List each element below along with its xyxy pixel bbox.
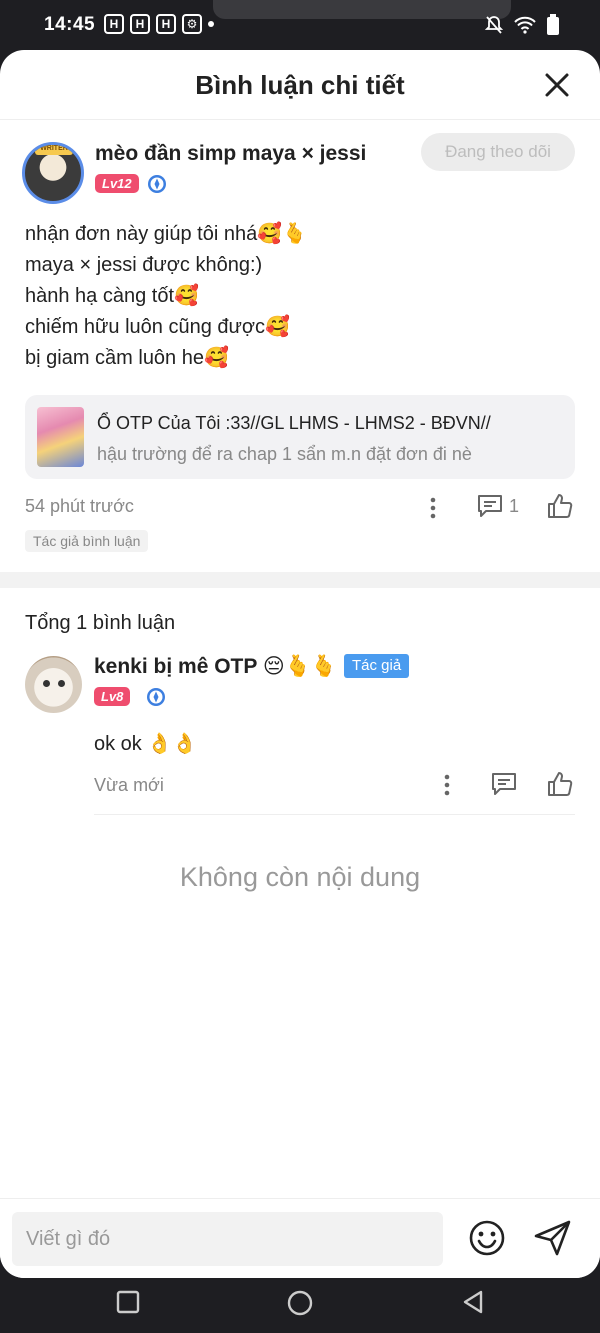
reply-count: 1: [509, 495, 520, 516]
following-button[interactable]: Đang theo dõi: [421, 133, 575, 171]
comments-total: Tổng 1 bình luận: [25, 612, 176, 634]
settings-notification-icon: ⚙: [182, 14, 202, 34]
main-comment: WRITER mèo đần simp maya × jessi Lv12 Đa…: [0, 120, 600, 572]
system-navigation-bar: [0, 1278, 600, 1333]
avatar-eye: [43, 680, 50, 687]
comment-line: bị giam cầm luôn he🥰: [25, 347, 229, 369]
app-notification-icon: H: [156, 14, 176, 34]
back-icon[interactable]: [461, 1290, 485, 1314]
reply-text: ok ok 👌👌: [94, 733, 198, 755]
app-notification-icon: H: [130, 14, 150, 34]
comment-username[interactable]: mèo đần simp maya × jessi: [95, 142, 366, 166]
avatar[interactable]: WRITER: [22, 142, 84, 204]
story-cover-image: [37, 407, 84, 467]
end-of-list-message: Không còn nội dung: [179, 862, 421, 892]
verified-icon: [148, 175, 166, 193]
comment-line: chiếm hữu luôn cũng được🥰: [25, 316, 290, 338]
comment-author-badge: Tác giả bình luận: [25, 530, 149, 552]
reply-username[interactable]: kenki bị mê OTP 😔🫰🫰: [94, 654, 337, 679]
author-tag: Tác giả: [344, 654, 410, 678]
wifi-icon: [514, 16, 536, 34]
page-title: Bình luận chi tiết: [195, 70, 405, 100]
reply-timestamp: Vừa mới: [94, 775, 164, 795]
more-notifications-dot: [208, 21, 214, 27]
story-card[interactable]: Ổ OTP Của Tôi :33//GL LHMS - LHMS2 - BĐV…: [25, 395, 575, 479]
close-icon[interactable]: [544, 72, 570, 98]
level-badge: Lv8: [94, 687, 131, 706]
reply-divider: [94, 814, 575, 815]
comment-icon: [478, 495, 502, 517]
home-icon[interactable]: [287, 1290, 313, 1316]
more-options-icon[interactable]: [428, 496, 438, 520]
comment-input-bar: [0, 1198, 600, 1278]
reply-avatar[interactable]: [25, 656, 82, 713]
comment-detail-sheet: Bình luận chi tiết WRITER mèo đần simp m…: [0, 50, 600, 1278]
battery-icon: [547, 14, 559, 35]
emoji-icon[interactable]: [468, 1219, 506, 1257]
like-icon[interactable]: [546, 492, 574, 520]
status-time: 14:45: [44, 14, 96, 35]
comment-input[interactable]: [12, 1212, 443, 1266]
level-badge: Lv12: [95, 174, 139, 193]
sheet-header: Bình luận chi tiết: [0, 50, 600, 120]
comment-icon[interactable]: [491, 771, 517, 797]
camera-notch: [213, 0, 511, 19]
recent-apps-icon[interactable]: [116, 1290, 140, 1314]
comment-line: maya × jessi được không:): [25, 254, 263, 276]
more-options-icon[interactable]: [442, 773, 452, 797]
send-icon[interactable]: [533, 1219, 573, 1257]
notification-icons: H H H ⚙: [104, 14, 214, 34]
status-bar: 14:45 H H H ⚙: [0, 0, 600, 52]
comment-text: nhận đơn này giúp tôi nhá🥰🫰 maya × jessi…: [25, 219, 307, 374]
like-icon[interactable]: [546, 770, 574, 798]
story-subtitle: hậu trường để ra chap 1 sẩn m.n đặt đơn …: [97, 444, 472, 464]
mute-bell-icon: [484, 16, 504, 34]
system-icons: [484, 14, 560, 36]
verified-icon: [147, 688, 165, 706]
story-title: Ổ OTP Của Tôi :33//GL LHMS - LHMS2 - BĐV…: [97, 413, 491, 433]
section-divider: [0, 572, 600, 588]
avatar-eye: [58, 680, 65, 687]
comment-line: nhận đơn này giúp tôi nhá🥰🫰: [25, 223, 307, 245]
comment-line: hành hạ càng tốt🥰: [25, 285, 199, 307]
avatar-frame-label: WRITER: [35, 145, 73, 155]
comment-timestamp: 54 phút trước: [25, 496, 134, 516]
app-notification-icon: H: [104, 14, 124, 34]
reply-button[interactable]: 1: [477, 493, 519, 519]
